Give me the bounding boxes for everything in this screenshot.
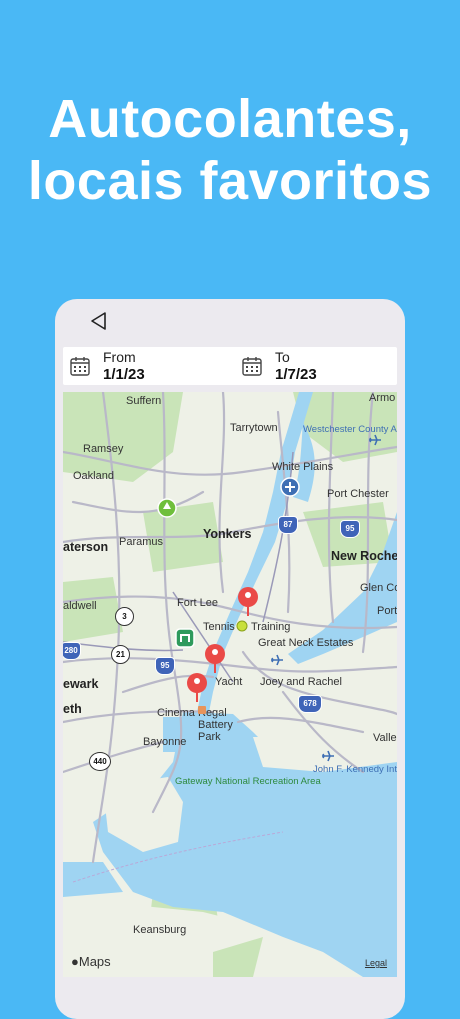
label-yacht: Yacht: [215, 676, 243, 688]
transit-poi-icon[interactable]: [175, 628, 195, 648]
headline-line-1: Autocolantes,: [48, 89, 412, 149]
label-armonk: Armo: [369, 392, 396, 404]
phone-frame: From 1/1/23 To 1/7/23 87 95 95 280 678 3…: [55, 299, 405, 1019]
airport-poi-icon[interactable]: [280, 477, 300, 497]
label-caldwell: aldwell: [63, 600, 97, 612]
label-new-rochelle: New Roche: [331, 549, 397, 563]
tennis-ball-icon[interactable]: [236, 620, 248, 632]
to-label: To: [275, 349, 290, 365]
favorite-pin-cinema[interactable]: [186, 672, 208, 704]
headline: Autocolantes, locais favoritos: [0, 88, 460, 212]
label-valley: Valle: [373, 732, 397, 744]
route-440-marker: 440: [89, 752, 111, 771]
label-paterson: aterson: [63, 540, 109, 554]
from-date-picker[interactable]: From 1/1/23: [69, 348, 239, 384]
from-date-value: 1/1/23: [103, 366, 145, 383]
favorite-pin-yacht[interactable]: [204, 643, 226, 675]
label-keansburg: Keansburg: [133, 924, 187, 936]
interstate-95-shield: 95: [155, 657, 175, 675]
plane-icon: [369, 434, 381, 446]
cinema-sticker-icon[interactable]: [197, 705, 207, 715]
back-arrow-icon[interactable]: [87, 309, 111, 333]
label-cinema: Cinema: [157, 707, 195, 719]
interstate-95-shield: 95: [340, 520, 360, 538]
label-tarrytown: Tarrytown: [230, 422, 278, 434]
route-3-marker: 3: [115, 607, 134, 626]
plane-icon: [271, 654, 283, 666]
park-poi-icon[interactable]: [157, 498, 177, 518]
label-paramus: Paramus: [119, 536, 164, 548]
label-tennis: Tennis: [203, 621, 235, 633]
plane-icon: [322, 750, 334, 762]
label-white-plains: White Plains: [272, 461, 334, 473]
label-suffern: Suffern: [126, 395, 162, 407]
label-port-chester: Port Chester: [327, 488, 389, 500]
label-oakland: Oakland: [73, 470, 114, 482]
to-date-picker[interactable]: To 1/7/23: [241, 348, 391, 384]
label-great-neck: Great Neck Estates: [258, 637, 354, 649]
label-eth: eth: [63, 702, 82, 716]
route-21-marker: 21: [111, 645, 130, 664]
label-glen-cove: Glen Co: [360, 582, 397, 594]
legal-link[interactable]: Legal: [365, 958, 387, 968]
label-fort-lee: Fort Lee: [177, 597, 218, 609]
label-ramsey: Ramsey: [83, 443, 124, 455]
label-port: Port: [377, 605, 397, 617]
label-bayonne: Bayonne: [143, 736, 187, 748]
favorite-pin-tennis[interactable]: [237, 586, 259, 618]
to-date-value: 1/7/23: [275, 366, 317, 383]
label-newark: ewark: [63, 677, 99, 691]
interstate-87-shield: 87: [278, 516, 298, 534]
label-training: Training: [251, 621, 291, 633]
from-label: From: [103, 349, 136, 365]
interstate-678-shield: 678: [298, 695, 322, 713]
calendar-icon: [70, 357, 90, 376]
map-view[interactable]: 87 95 95 280 678 3 21 440 Suffern Tarryt…: [63, 392, 397, 977]
label-yonkers: Yonkers: [203, 527, 252, 541]
apple-maps-attribution: ●Maps: [71, 954, 111, 969]
label-gateway: Gateway National Recreation Area: [175, 776, 321, 787]
apple-logo-icon: ●: [71, 954, 79, 969]
date-range-bar: From 1/1/23 To 1/7/23: [63, 347, 397, 385]
interstate-280-shield: 280: [63, 642, 81, 660]
label-joey-and-rachel: Joey and Rachel: [260, 676, 342, 688]
label-jfk-airport: John F. Kennedy International Airport (J…: [313, 764, 397, 775]
headline-line-2: locais favoritos: [27, 151, 433, 211]
calendar-icon: [242, 357, 262, 376]
